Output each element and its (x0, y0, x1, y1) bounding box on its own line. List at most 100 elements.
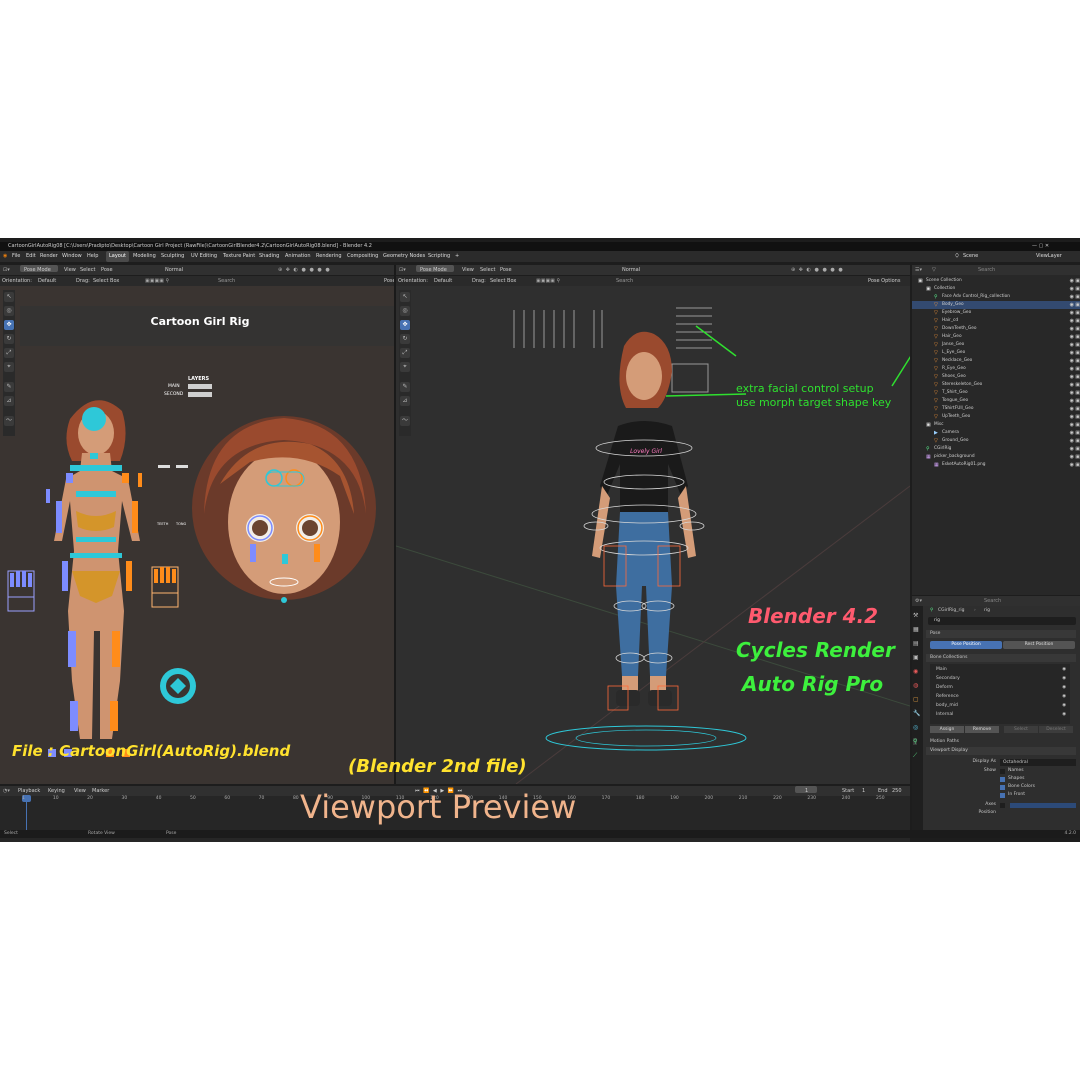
editor-type-icon[interactable]: ⊡▾ (3, 265, 10, 275)
visibility-eye-icon[interactable]: ◉ (1070, 317, 1074, 325)
render-camera-icon[interactable]: ▣ (1075, 293, 1080, 301)
right-viewport[interactable]: ↖ ◎ ✥ ↻ ⤢ ⌖ ✎ ⊿ 〜 Lovely Girl extra faci… (396, 286, 910, 784)
tab-shading[interactable]: Shading (256, 251, 282, 262)
outliner-item[interactable]: ▽ Necklace_Geo ◉ ▣ (912, 357, 1080, 365)
render-camera-icon[interactable]: ▣ (1075, 397, 1080, 405)
render-camera-icon[interactable]: ▣ (1075, 413, 1080, 421)
render-camera-icon[interactable]: ▣ (1075, 309, 1080, 317)
visibility-eye-icon[interactable]: ◉ (1070, 349, 1074, 357)
cursor-tool-icon[interactable]: ◎ (4, 306, 14, 316)
visibility-eye-icon[interactable]: ◉ (1070, 373, 1074, 381)
axes-position-slider[interactable] (1010, 802, 1076, 808)
bone-collection-visibility-icon[interactable]: ◉ (1062, 666, 1066, 674)
bone-collection-row[interactable]: Deform ◉ (930, 684, 1070, 692)
bone-collection-row[interactable]: body_mid ◉ (930, 702, 1070, 710)
render-tab-icon[interactable]: ▦ (913, 626, 919, 633)
right-viewport-gizmo-icons[interactable]: ⊕ ✥ ◐ ● ● ● ● (791, 265, 844, 275)
visibility-eye-icon[interactable]: ◉ (1070, 405, 1074, 413)
visibility-eye-icon[interactable]: ◉ (1070, 365, 1074, 373)
right-search-field[interactable]: Search (616, 276, 633, 286)
pose-position-button[interactable]: Pose Position (930, 641, 1002, 649)
render-camera-icon[interactable]: ▣ (1075, 317, 1080, 325)
right-pose-options[interactable]: Pose Options (868, 276, 900, 286)
visibility-eye-icon[interactable]: ◉ (1070, 397, 1074, 405)
menu-help[interactable]: Help (87, 251, 98, 262)
render-camera-icon[interactable]: ▣ (1075, 373, 1080, 381)
menu-render[interactable]: Render (40, 251, 58, 262)
left-shading-selector[interactable]: Normal (165, 265, 183, 275)
right-mode-selector[interactable]: Pose Mode (420, 265, 447, 275)
left-search-field[interactable]: Search (218, 276, 235, 286)
left-mode-selector[interactable]: Pose Mode (24, 265, 51, 275)
render-camera-icon[interactable]: ▣ (1075, 429, 1080, 437)
move-tool-icon[interactable]: ✥ (4, 320, 14, 330)
names-checkbox[interactable] (1000, 768, 1005, 774)
outliner-item[interactable]: ⚲ CGirlRig ◉ ▣ (912, 445, 1080, 453)
view-layer-tab-icon[interactable]: ▣ (913, 654, 919, 661)
bone-collection-visibility-icon[interactable]: ◉ (1062, 711, 1066, 719)
tab-sculpting[interactable]: Sculpting (158, 251, 187, 262)
render-camera-icon[interactable]: ▣ (1075, 301, 1080, 309)
properties-search[interactable]: Search (984, 596, 1001, 606)
visibility-eye-icon[interactable]: ◉ (1070, 357, 1074, 365)
render-camera-icon[interactable]: ▣ (1075, 437, 1080, 445)
bone-collections-header[interactable]: Bone Collections (926, 654, 1076, 662)
outliner-item[interactable]: ▶ Camera ◉ ▣ (912, 429, 1080, 437)
outliner-item[interactable]: ▽ Hair_Geo ◉ ▣ (912, 333, 1080, 341)
assign-button[interactable]: Assign (930, 726, 964, 733)
visibility-eye-icon[interactable]: ◉ (1070, 389, 1074, 397)
right-snap-icons[interactable]: ▣▣▣▣ ⚲ (536, 276, 560, 286)
right-menu-select[interactable]: Select (480, 265, 495, 275)
render-camera-icon[interactable]: ▣ (1075, 453, 1080, 461)
end-frame-field[interactable]: 250 (892, 786, 902, 796)
left-viewport[interactable]: ↖ ◎ ✥ ↻ ⤢ ⌖ ✎ ⊿ 〜 Cartoon Girl Rig LAYER… (0, 286, 394, 784)
render-camera-icon[interactable]: ▣ (1075, 389, 1080, 397)
outliner-item[interactable]: ▣ Misc ◉ ▣ (912, 421, 1080, 429)
right-drag-value[interactable]: Select Box (490, 276, 516, 286)
visibility-eye-icon[interactable]: ◉ (1070, 301, 1074, 309)
outliner-item[interactable]: ▣ Collection ◉ ▣ (912, 285, 1080, 293)
outliner-item[interactable]: ▽ TShirtFUll_Geo ◉ ▣ (912, 405, 1080, 413)
visibility-eye-icon[interactable]: ◉ (1070, 325, 1074, 333)
left-viewport-gizmo-icons[interactable]: ⊕ ✥ ◐ ● ● ● ● (278, 265, 331, 275)
outliner-item[interactable]: ▽ R_Eye_Geo ◉ ▣ (912, 365, 1080, 373)
render-camera-icon[interactable]: ▣ (1075, 333, 1080, 341)
bone-collection-visibility-icon[interactable]: ◉ (1062, 693, 1066, 701)
blender-logo-icon[interactable]: ◉ (3, 251, 7, 262)
visibility-eye-icon[interactable]: ◉ (1070, 381, 1074, 389)
left-menu-view[interactable]: View (64, 265, 76, 275)
visibility-eye-icon[interactable]: ◉ (1070, 453, 1074, 461)
right-editor-type-icon[interactable]: ⊡▾ (399, 265, 406, 275)
modifier-tab-icon[interactable]: 🔧 (913, 710, 920, 717)
timeline-menu-marker[interactable]: Marker (92, 786, 109, 796)
right-menu-view[interactable]: View (462, 265, 474, 275)
remove-button[interactable]: Remove (965, 726, 999, 733)
outliner-item[interactable]: ▽ Hair_cd ◉ ▣ (912, 317, 1080, 325)
render-camera-icon[interactable]: ▣ (1075, 461, 1080, 469)
tab-layout[interactable]: Layout (106, 251, 129, 262)
armature-data-name-field[interactable]: rig (928, 617, 1076, 625)
visibility-eye-icon[interactable]: ◉ (1070, 413, 1074, 421)
visibility-eye-icon[interactable]: ◉ (1070, 341, 1074, 349)
visibility-eye-icon[interactable]: ◉ (1070, 445, 1074, 453)
select-button[interactable]: Select (1004, 726, 1038, 733)
tab-modeling[interactable]: Modeling (130, 251, 159, 262)
bone-collection-visibility-icon[interactable]: ◉ (1062, 675, 1066, 683)
render-camera-icon[interactable]: ▣ (1075, 405, 1080, 413)
tab-geometry-nodes[interactable]: Geometry Nodes (380, 251, 428, 262)
visibility-eye-icon[interactable]: ◉ (1070, 421, 1074, 429)
render-camera-icon[interactable]: ▣ (1075, 357, 1080, 365)
outliner-item[interactable]: ⚲ Face Adv Control_Rig_collection ◉ ▣ (912, 293, 1080, 301)
properties-type-icon[interactable]: ⚙▾ (915, 596, 922, 606)
menu-file[interactable]: File (12, 251, 20, 262)
right-shading-selector[interactable]: Normal (622, 265, 640, 275)
outliner-item[interactable]: ▽ T_Shirt_Geo ◉ ▣ (912, 389, 1080, 397)
world-tab-icon[interactable]: ◍ (913, 682, 918, 689)
bone-collection-row[interactable]: Internal ◉ (930, 711, 1070, 719)
head-control[interactable] (82, 407, 106, 431)
timeline-type-icon[interactable]: ◔▾ (3, 786, 10, 796)
tab-scripting[interactable]: Scripting (425, 251, 453, 262)
axes-checkbox[interactable] (1000, 802, 1005, 808)
bone-colors-checkbox[interactable] (1000, 784, 1005, 790)
view-layer-selector[interactable]: ViewLayer (1036, 251, 1062, 262)
